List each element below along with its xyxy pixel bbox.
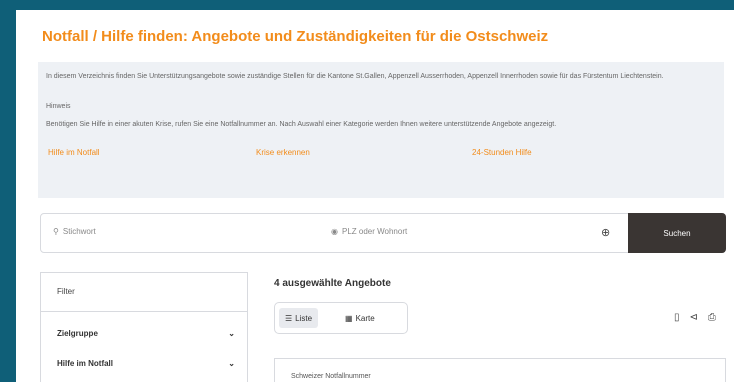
action-icons: ▯ ⊲ ⎙	[674, 312, 716, 323]
filter-title: Filter	[57, 287, 75, 296]
info-text: In diesem Verzeichnis finden Sie Unterst…	[46, 73, 664, 80]
chevron-down-icon: ⌄	[228, 359, 235, 368]
link-hilfe-im-notfall[interactable]: Hilfe im Notfall	[48, 148, 100, 157]
result-title: Schweizer Notfallnummer	[291, 373, 371, 380]
keyword-input[interactable]: ⚲ Stichwort	[53, 227, 96, 236]
chevron-down-icon: ⌄	[228, 329, 235, 338]
page-title: Notfall / Hilfe finden: Angebote und Zus…	[42, 28, 549, 45]
view-list-button[interactable]: ☰ Liste	[279, 308, 319, 328]
search-button[interactable]: Suchen	[628, 213, 726, 253]
filter-panel: Filter Zielgruppe ⌄ Hilfe im Notfall ⌄	[40, 272, 248, 382]
view-toggle: ☰ Liste ▦ Karte	[274, 302, 408, 334]
print-icon[interactable]: ⎙	[708, 312, 716, 323]
link-krise-erkennen[interactable]: Krise erkennen	[256, 148, 310, 157]
page-container: Notfall / Hilfe finden: Angebote und Zus…	[16, 10, 734, 382]
view-map-button[interactable]: ▦ Karte	[339, 308, 381, 328]
result-card[interactable]: Schweizer Notfallnummer	[274, 358, 726, 382]
search-icon: ⚲	[53, 227, 59, 236]
divider	[41, 311, 247, 312]
location-pin-icon: ◉	[331, 227, 338, 236]
info-box: In diesem Verzeichnis finden Sie Unterst…	[38, 62, 724, 198]
share-icon[interactable]: ⊲	[690, 312, 698, 323]
location-input[interactable]: ◉ PLZ oder Wohnort	[331, 227, 407, 236]
search-bar: ⚲ Stichwort ◉ PLZ oder Wohnort ⊕ Suchen	[40, 213, 726, 253]
results-count: 4 ausgewählte Angebote	[274, 278, 391, 289]
map-icon: ▦	[345, 313, 353, 323]
info-hint-label: Hinweis	[46, 103, 71, 110]
filter-group-hilfe-im-notfall[interactable]: Hilfe im Notfall ⌄	[57, 359, 235, 368]
info-hint-text: Benötigen Sie Hilfe in einer akuten Kris…	[46, 121, 557, 128]
bookmark-icon[interactable]: ▯	[674, 312, 680, 323]
filter-group-zielgruppe[interactable]: Zielgruppe ⌄	[57, 329, 235, 338]
crosshair-icon[interactable]: ⊕	[601, 226, 610, 239]
link-24-stunden-hilfe[interactable]: 24-Stunden Hilfe	[472, 148, 532, 157]
list-icon: ☰	[285, 313, 293, 323]
